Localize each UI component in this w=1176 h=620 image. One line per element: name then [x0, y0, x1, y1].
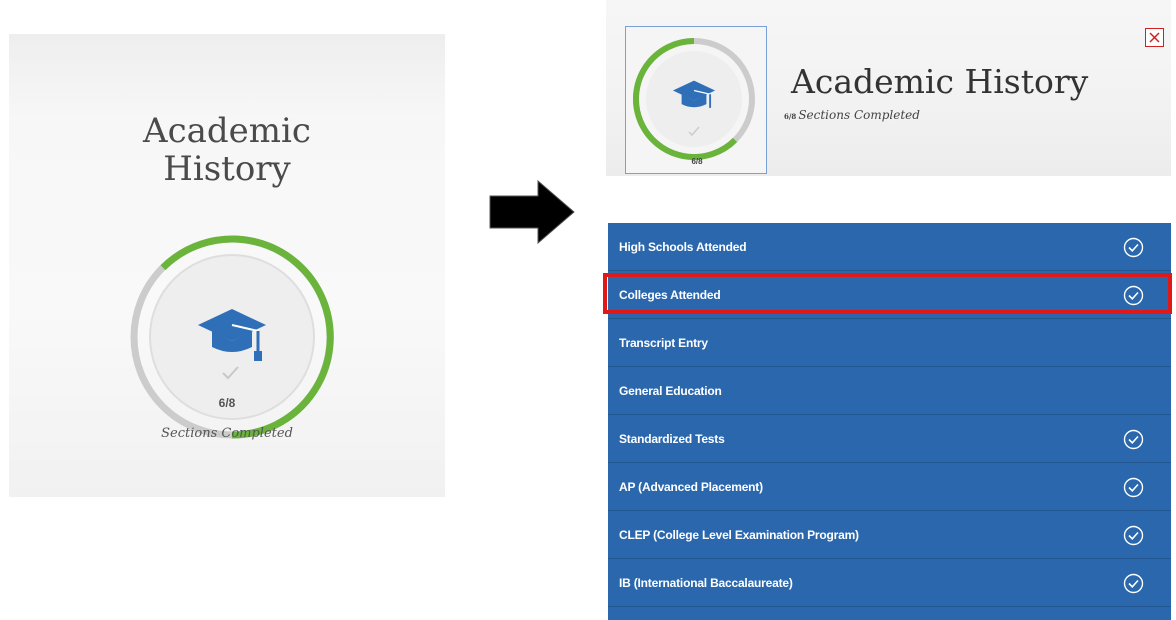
- check-circle-icon: [1123, 285, 1144, 306]
- section-item-label: Transcript Entry: [619, 336, 708, 350]
- academic-history-panel: 6/8 Academic History 6/8 Sections Complet…: [598, 0, 1176, 620]
- subtitle-text: Sections Completed: [798, 108, 920, 122]
- thumb-progress-ring: [633, 38, 755, 160]
- check-circle-icon: [1123, 429, 1144, 450]
- check-circle-icon: [1123, 237, 1144, 258]
- progress-ring: [130, 235, 334, 439]
- check-circle-icon: [1123, 573, 1144, 594]
- left-section-caption: Sections Completed: [161, 426, 293, 441]
- subtitle-count: 6/8: [784, 112, 797, 121]
- section-item-label: Colleges Attended: [619, 288, 721, 302]
- left-title-line1: Academic: [143, 111, 311, 151]
- thumb-section-count: 6/8: [691, 157, 703, 166]
- section-item-transcript-entry[interactable]: Transcript Entry: [608, 319, 1171, 367]
- left-card-title: Academic History: [9, 112, 445, 188]
- close-button[interactable]: [1145, 28, 1164, 47]
- section-item-label: AP (Advanced Placement): [619, 480, 763, 494]
- section-item-label: High Schools Attended: [619, 240, 747, 254]
- section-item-label: IB (International Baccalaureate): [619, 576, 793, 590]
- panel-subtitle: 6/8 Sections Completed: [784, 108, 920, 122]
- section-item-high-schools[interactable]: High Schools Attended: [608, 223, 1171, 271]
- section-item-general-education[interactable]: General Education: [608, 367, 1171, 415]
- left-academic-history-card[interactable]: Academic History 6/8 Sections Completed: [9, 34, 445, 497]
- section-item-colleges[interactable]: Colleges Attended: [608, 271, 1171, 319]
- check-circle-icon: [1123, 525, 1144, 546]
- panel-header: 6/8 Academic History 6/8 Sections Complet…: [606, 0, 1171, 176]
- section-item-label: CLEP (College Level Examination Program): [619, 528, 859, 542]
- section-item-label: General Education: [619, 384, 722, 398]
- section-item-ap[interactable]: AP (Advanced Placement): [608, 463, 1171, 511]
- right-arrow-icon: [489, 179, 575, 245]
- panel-title: Academic History: [791, 62, 1089, 101]
- section-item-clep[interactable]: CLEP (College Level Examination Program): [608, 511, 1171, 559]
- section-item-ib[interactable]: IB (International Baccalaureate): [608, 559, 1171, 607]
- section-list: High Schools Attended Colleges Attended …: [608, 223, 1171, 620]
- check-circle-icon: [1123, 477, 1144, 498]
- section-item-label: Standardized Tests: [619, 432, 725, 446]
- left-title-line2: History: [163, 149, 291, 189]
- academic-history-thumbnail[interactable]: 6/8: [625, 26, 767, 174]
- section-item-standardized-tests[interactable]: Standardized Tests: [608, 415, 1171, 463]
- left-section-count: 6/8: [218, 396, 236, 410]
- close-icon: [1149, 32, 1160, 43]
